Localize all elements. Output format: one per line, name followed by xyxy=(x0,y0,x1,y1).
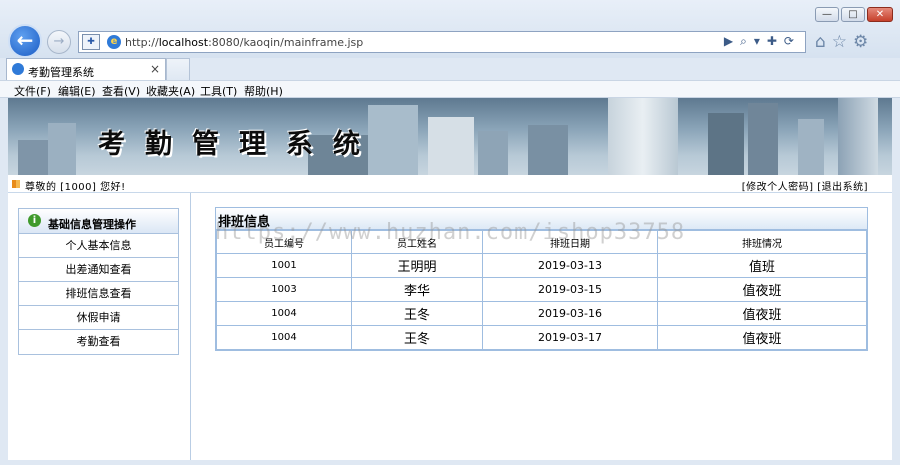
column-header: 排班情况 xyxy=(657,230,867,254)
sidebar-header-text: 基础信息管理操作 xyxy=(48,218,136,231)
url-text[interactable]: http://localhost:8080/kaoqin/mainframe.j… xyxy=(125,36,363,49)
menu-favorites[interactable]: 收藏夹(A) xyxy=(146,83,195,99)
menu-view[interactable]: 查看(V) xyxy=(102,83,140,99)
url-path: :8080/kaoqin/mainframe.jsp xyxy=(208,36,364,49)
shield-icon[interactable]: ✚ xyxy=(82,34,100,50)
menu-edit[interactable]: 编辑(E) xyxy=(58,83,96,99)
table-row: 1004 王冬 2019-03-16 值夜班 xyxy=(216,301,867,326)
schedule-panel: 排班信息 员工编号 员工姓名 排班日期 排班情况 1001 王明明 2019-0… xyxy=(215,207,868,351)
page-content: 考勤管理系统 尊敬的 [1000] 您好! [修改个人密码] [退出系统] i … xyxy=(8,98,892,460)
main-area: 排班信息 员工编号 员工姓名 排班日期 排班情况 1001 王明明 2019-0… xyxy=(192,193,892,460)
menu-tools[interactable]: 工具(T) xyxy=(200,83,237,99)
address-tools-icons[interactable]: ▶⌕▾✚⟳ xyxy=(724,34,801,49)
ie-tab-icon xyxy=(12,63,24,75)
cell-date: 2019-03-13 xyxy=(482,253,658,278)
logout-link[interactable]: [退出系统] xyxy=(817,182,868,193)
menu-file[interactable]: 文件(F) xyxy=(14,83,51,99)
table-row: 1003 李华 2019-03-15 值夜班 xyxy=(216,277,867,302)
cell-employee-name: 李华 xyxy=(351,277,483,302)
tab-strip: 考勤管理系统 × xyxy=(0,58,900,80)
close-window-button[interactable]: ✕ xyxy=(867,7,893,22)
browser-toolbar: — □ ✕ ← → ✚ e http://localhost:8080/kaoq… xyxy=(0,0,900,58)
cell-date: 2019-03-17 xyxy=(482,325,658,350)
star-icon[interactable]: ☆ xyxy=(832,32,853,52)
forward-button[interactable]: → xyxy=(47,30,71,54)
ie-page-icon: e xyxy=(107,35,121,49)
arrow-right-icon: → xyxy=(53,34,65,49)
cell-date: 2019-03-15 xyxy=(482,277,658,302)
cell-shift: 值夜班 xyxy=(657,277,867,302)
sidebar-item-leave-request[interactable]: 休假申请 xyxy=(19,306,178,330)
cell-employee-id: 1004 xyxy=(216,325,352,350)
browser-icons: ⌂☆⚙ xyxy=(815,32,874,52)
grid-icon xyxy=(12,180,20,188)
cell-shift: 值夜班 xyxy=(657,325,867,350)
cell-employee-id: 1001 xyxy=(216,253,352,278)
new-tab-button[interactable] xyxy=(166,58,190,80)
sidebar-item-attendance[interactable]: 考勤查看 xyxy=(19,330,178,354)
schedule-table: 员工编号 员工姓名 排班日期 排班情况 1001 王明明 2019-03-13 … xyxy=(216,230,867,350)
cell-shift: 值夜班 xyxy=(657,301,867,326)
cell-employee-name: 王冬 xyxy=(351,301,483,326)
sidebar: i 基础信息管理操作 个人基本信息 出差通知查看 排班信息查看 休假申请 考勤查… xyxy=(8,193,191,460)
cell-shift: 值班 xyxy=(657,253,867,278)
banner: 考勤管理系统 xyxy=(8,98,892,175)
url-scheme: http:// xyxy=(125,36,159,49)
cell-date: 2019-03-16 xyxy=(482,301,658,326)
cell-employee-name: 王明明 xyxy=(351,253,483,278)
tab-kaoqin[interactable]: 考勤管理系统 × xyxy=(6,58,166,80)
info-icon: i xyxy=(28,214,41,227)
tab-close-icon[interactable]: × xyxy=(150,62,160,76)
table-row: 1001 王明明 2019-03-13 值班 xyxy=(216,253,867,278)
welcome-text: 尊敬的 [1000] 您好! xyxy=(25,182,126,193)
table-row: 1004 王冬 2019-03-17 值夜班 xyxy=(216,325,867,350)
arrow-left-icon: ← xyxy=(16,28,34,52)
minimize-button[interactable]: — xyxy=(815,7,839,22)
column-header: 员工编号 xyxy=(216,230,352,254)
sidebar-header: i 基础信息管理操作 xyxy=(19,209,178,234)
maximize-button[interactable]: □ xyxy=(841,7,865,22)
sidebar-item-schedule[interactable]: 排班信息查看 xyxy=(19,282,178,306)
gear-icon[interactable]: ⚙ xyxy=(853,32,874,52)
sidebar-panel: i 基础信息管理操作 个人基本信息 出差通知查看 排班信息查看 休假申请 考勤查… xyxy=(18,208,179,355)
banner-title: 考勤管理系统 xyxy=(98,129,380,160)
top-links: [修改个人密码] [退出系统] xyxy=(742,178,868,193)
table-header-row: 员工编号 员工姓名 排班日期 排班情况 xyxy=(216,230,867,254)
url-host: localhost xyxy=(158,36,209,49)
panel-title: 排班信息 xyxy=(216,208,867,230)
back-button[interactable]: ← xyxy=(8,24,42,58)
cell-employee-name: 王冬 xyxy=(351,325,483,350)
sidebar-item-business-trip[interactable]: 出差通知查看 xyxy=(19,258,178,282)
menu-help[interactable]: 帮助(H) xyxy=(244,83,283,99)
welcome-bar: 尊敬的 [1000] 您好! [修改个人密码] [退出系统] xyxy=(8,175,892,193)
tab-title: 考勤管理系统 xyxy=(28,66,94,79)
menu-bar: 文件(F) 编辑(E) 查看(V) 收藏夹(A) 工具(T) 帮助(H) xyxy=(0,80,900,98)
home-icon[interactable]: ⌂ xyxy=(815,32,832,52)
change-password-link[interactable]: [修改个人密码] xyxy=(742,182,814,193)
column-header: 员工姓名 xyxy=(351,230,483,254)
sidebar-item-personal-info[interactable]: 个人基本信息 xyxy=(19,234,178,258)
cell-employee-id: 1004 xyxy=(216,301,352,326)
cell-employee-id: 1003 xyxy=(216,277,352,302)
column-header: 排班日期 xyxy=(482,230,658,254)
address-bar[interactable]: ✚ e http://localhost:8080/kaoqin/mainfra… xyxy=(78,31,806,53)
